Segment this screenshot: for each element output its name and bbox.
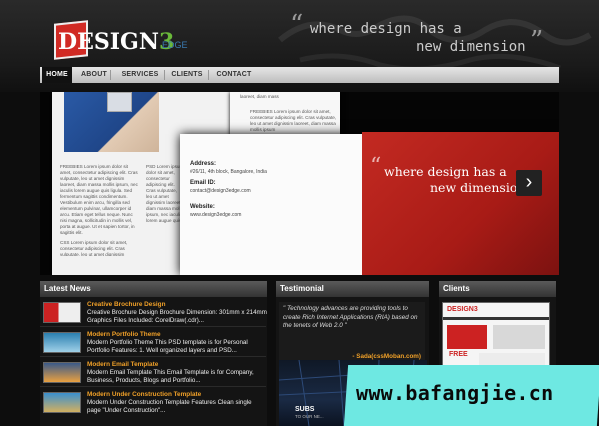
news-thumbnail[interactable] <box>43 392 81 413</box>
hero-tagline-line-2: new dimension <box>430 180 526 195</box>
address-value: #26/11, 4th block, Bangalore, India <box>190 169 267 175</box>
nav-clients[interactable]: CLIENTS <box>168 67 206 83</box>
nav-home[interactable]: HOME <box>42 67 72 83</box>
client-hero-block <box>447 325 487 349</box>
subscribe-sublabel: TO OUR NE... <box>295 414 324 419</box>
news-title[interactable]: Modern Portfolio Theme <box>87 331 161 338</box>
slider-next-button[interactable]: › <box>516 170 542 196</box>
subscribe-label[interactable]: SUBS <box>295 406 314 413</box>
news-excerpt: Modern Under Construction Template Featu… <box>87 399 252 414</box>
hero-tagline-line-1: where design has a <box>384 164 507 179</box>
client-free-badge: FREE <box>449 351 468 358</box>
news-thumbnail[interactable] <box>43 302 81 323</box>
testimonial-title: Testimonial <box>276 281 429 297</box>
website-label: Website: <box>190 204 215 210</box>
contact-details: Address: #26/11, 4th block, Bangalore, I… <box>190 156 290 218</box>
close-quote-icon: ” <box>530 26 544 56</box>
nav-divider <box>164 70 165 80</box>
hero-tagline-panel: “ where design has a new dimension <box>362 132 559 275</box>
testimonial-author[interactable]: - Sada(cssMoban.com) <box>352 353 421 360</box>
site-logo[interactable]: DESIGN3 EDGE <box>54 20 204 62</box>
news-item[interactable]: Modern Portfolio Theme Modern Portfolio … <box>40 328 266 357</box>
nav-divider <box>110 70 111 80</box>
client-content-block <box>493 325 545 349</box>
header-tagline: “ where design has a new dimension ” <box>290 12 560 60</box>
news-title[interactable]: Creative Brochure Design <box>87 301 166 308</box>
photo-thumbnail <box>107 92 132 112</box>
email-value: contact@design3edge.com <box>190 188 251 194</box>
nav-divider <box>208 70 209 80</box>
news-thumbnail[interactable] <box>43 332 81 353</box>
news-title[interactable]: Modern Email Template <box>87 361 158 368</box>
hero-slider: FREEBIES Lorem ipsum dolor sit amet, con… <box>40 92 559 275</box>
nav-about[interactable]: ABOUT <box>78 67 110 83</box>
testimonial-quote-box: " Technology advances are providing tool… <box>279 302 425 360</box>
client-navbar <box>443 317 549 320</box>
news-excerpt: Creative Brochure Design Brochure Dimens… <box>87 309 267 324</box>
news-item[interactable]: Creative Brochure Design Creative Brochu… <box>40 298 267 327</box>
tagline-line-1: where design has a <box>310 21 462 37</box>
news-item[interactable]: Modern Email Template Modern Email Templ… <box>40 358 266 387</box>
main-navigation: HOME ABOUT SERVICES CLIENTS CONTACT <box>40 67 559 83</box>
address-label: Address: <box>190 161 217 167</box>
email-label: Email ID: <box>190 180 216 186</box>
news-title[interactable]: Modern Under Construction Template <box>87 391 201 398</box>
testimonial-quote: " Technology advances are providing tool… <box>283 305 418 329</box>
latest-news-panel: Latest News Creative Brochure Design Cre… <box>40 281 267 426</box>
tagline-line-2: new dimension <box>416 39 526 55</box>
logo-wordmark: DESIGN3 <box>58 29 175 55</box>
news-item[interactable]: Modern Under Construction Template Moder… <box>40 388 266 417</box>
logo-subtext: EDGE <box>162 40 188 50</box>
nav-contact[interactable]: CONTACT <box>212 67 256 83</box>
brochure-column-1: FREEBIES Lorem ipsum dolor sit amet, con… <box>60 164 138 256</box>
red-quote-icon: “ <box>370 154 382 179</box>
clients-title: Clients <box>439 281 556 297</box>
news-excerpt: Modern Portfolio Theme This PSD template… <box>87 339 248 354</box>
open-quote-icon: “ <box>290 10 304 40</box>
website-value: www.design3edge.com <box>190 212 242 218</box>
client-website-screenshot[interactable]: DESIGN3 FREE <box>442 302 550 370</box>
client-logo: DESIGN3 <box>447 306 478 313</box>
brochure-column-2: PSD Lorem ipsum dolor sit amet, consecte… <box>146 164 184 223</box>
latest-news-title: Latest News <box>40 281 267 297</box>
watermark-text: www.bafangjie.cn <box>356 381 554 405</box>
news-thumbnail[interactable] <box>43 362 81 383</box>
news-excerpt: Modern Email Template This Email Templat… <box>87 369 254 384</box>
nav-services[interactable]: SERVICES <box>116 67 164 83</box>
